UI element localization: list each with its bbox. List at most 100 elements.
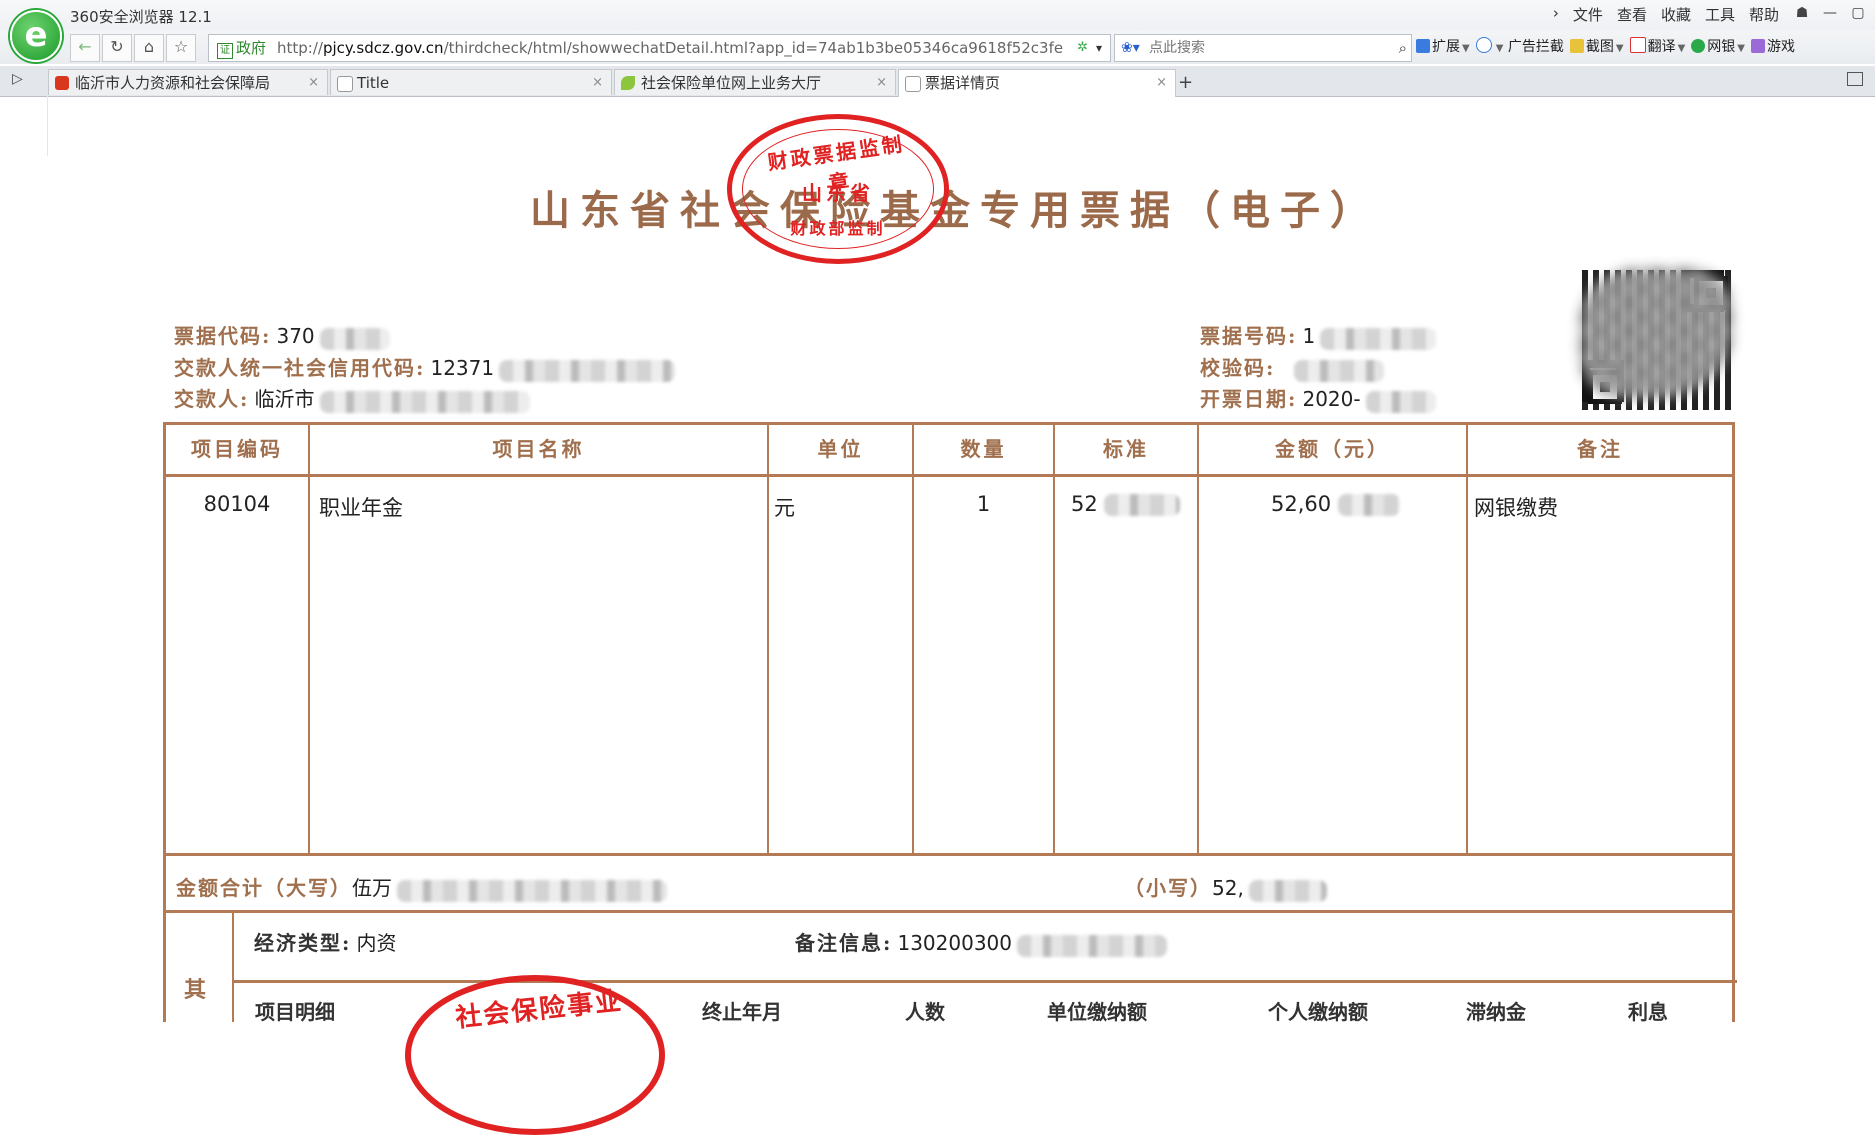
ext-translate[interactable]: 翻译 ▼	[1629, 36, 1685, 56]
col-header-name: 项目名称	[492, 437, 585, 461]
seal-middle-text: 山东省	[802, 181, 874, 205]
payer-value: 临沂市	[254, 387, 315, 411]
redacted-mask	[1294, 359, 1385, 382]
col-header-amount: 金额（元）	[1275, 437, 1390, 461]
app-title: 360安全浏览器 12.1	[70, 8, 212, 26]
sub-header-late-fee: 滞纳金	[1466, 1000, 1526, 1024]
ext-adblock[interactable]: ▼ 广告拦截	[1475, 36, 1564, 56]
ext-screenshot[interactable]: 截图 ▼	[1569, 36, 1624, 56]
page-icon	[337, 76, 353, 92]
issue-date-value: 2020-	[1302, 387, 1361, 411]
receipt-number-value: 1	[1302, 324, 1316, 348]
menu-help[interactable]: 帮助	[1749, 4, 1779, 25]
browser-titlebar: 360安全浏览器 12.1 › 文件 查看 收藏 工具 帮助 ☗ — ▢	[0, 0, 1875, 30]
close-tab-icon[interactable]: ×	[876, 70, 887, 95]
social-insurance-seal: 社会保险事业	[405, 975, 665, 1135]
sub-header-end-month: 终止年月	[702, 1000, 782, 1024]
new-tab-button[interactable]: +	[1178, 72, 1193, 93]
sub-header-interest: 利息	[1628, 1000, 1668, 1024]
search-input[interactable]	[1147, 37, 1381, 59]
col-divider	[767, 422, 769, 854]
minimize-button[interactable]: —	[1817, 2, 1843, 24]
header-divider	[163, 474, 1735, 477]
finance-seal: 财政票据监制章 山东省 财政部监制	[727, 114, 949, 264]
tab-hrss[interactable]: 临沂市人力资源和社会保障局 ×	[48, 69, 328, 95]
address-bar[interactable]: 证政府 http://pjcy.sdcz.gov.cn/thirdcheck/h…	[208, 34, 1110, 62]
redacted-mask	[499, 359, 676, 382]
restore-tabs-icon[interactable]	[1847, 72, 1863, 86]
total-lower-value: 52,	[1212, 876, 1244, 900]
receipt-code-label: 票据代码:	[174, 324, 272, 348]
menu-favorites[interactable]: 收藏	[1661, 4, 1691, 25]
maximize-button[interactable]: ▢	[1845, 2, 1871, 24]
back-button[interactable]: ←	[70, 34, 100, 62]
skin-icon[interactable]: ☗	[1789, 2, 1815, 24]
menu-view[interactable]: 查看	[1617, 4, 1647, 25]
payer-label: 交款人:	[174, 387, 250, 411]
payer-credit-row: 交款人统一社会信用代码: 12371	[174, 352, 676, 382]
cell-remark: 网银缴费	[1474, 496, 1558, 520]
remark-info-value: 130200300	[897, 931, 1013, 955]
econ-type-value: 内资	[356, 931, 397, 955]
browser-toolbar: ← ↻ ⌂ ☆ 证政府 http://pjcy.sdcz.gov.cn/thir…	[0, 30, 1875, 64]
menu-tools[interactable]: 工具	[1705, 4, 1735, 25]
favorite-star-button[interactable]: ☆	[166, 34, 196, 62]
leaf-icon	[621, 76, 635, 90]
total-upper-label: 金额合计（大写）	[176, 876, 352, 900]
page-edge	[47, 96, 48, 156]
tab-social-insurance[interactable]: 社会保险单位网上业务大厅 ×	[614, 69, 896, 95]
tab-bar: ▷ 临沂市人力资源和社会保障局 × Title × 社会保险单位网上业务大厅 ×…	[0, 66, 1875, 97]
payer-credit-label: 交款人统一社会信用代码:	[174, 356, 426, 380]
url-path: /thirdcheck/html/showwechatDetail.html?a…	[443, 39, 1064, 57]
ext-extensions[interactable]: 扩展 ▼	[1416, 36, 1470, 56]
col-divider	[1197, 422, 1199, 854]
total-lower-label: （小写）	[1124, 876, 1212, 900]
redacted-mask	[1017, 934, 1168, 957]
search-icon[interactable]: ⌕	[1399, 35, 1407, 61]
payer-row: 交款人: 临沂市	[174, 383, 530, 413]
gov-site-badge: 证政府	[217, 35, 266, 61]
home-button[interactable]: ⌂	[134, 34, 164, 62]
menu-chevron-icon[interactable]: ›	[1553, 4, 1559, 25]
col-divider	[912, 422, 914, 854]
receipt-title: 山东省社会保险基金专用票据（电子）	[530, 187, 1380, 234]
menu-file[interactable]: 文件	[1573, 4, 1603, 25]
tab-receipt-detail[interactable]: 票据详情页 ×	[898, 69, 1176, 97]
econ-type-label: 经济类型:	[254, 931, 352, 955]
sub-header-employer-paid: 单位缴纳额	[1047, 1000, 1147, 1024]
page-icon	[905, 76, 921, 92]
tab-title[interactable]: Title ×	[330, 69, 612, 95]
check-code-label: 校验码:	[1200, 356, 1276, 380]
remark-info-label: 备注信息:	[795, 931, 893, 955]
close-tab-icon[interactable]: ×	[1156, 70, 1167, 96]
refresh-button[interactable]: ↻	[102, 34, 132, 62]
gov-emblem-icon	[55, 76, 69, 90]
ext-games[interactable]: 游戏	[1750, 36, 1795, 56]
check-code-row: 校验码:	[1200, 352, 1385, 382]
remark-info-row: 备注信息: 130200300	[795, 927, 1168, 957]
sub-header-item-detail: 项目明细	[255, 1000, 335, 1024]
issue-date-row: 开票日期: 2020-	[1200, 383, 1436, 413]
other-info-side-label: 其	[184, 977, 207, 1003]
redacted-mask	[1365, 390, 1436, 413]
search-box[interactable]: ❀▾ ⌕	[1114, 34, 1412, 62]
other-side-divider	[232, 912, 234, 1022]
tab-label: 社会保险单位网上业务大厅	[641, 74, 822, 92]
ext-netbank[interactable]: 网银 ▼	[1691, 36, 1745, 56]
cell-standard-row: 52	[1071, 492, 1181, 516]
close-tab-icon[interactable]: ×	[308, 70, 319, 95]
window-controls: ☗ — ▢	[1789, 2, 1871, 24]
total-upper-value: 伍万	[352, 876, 392, 900]
col-header-unit: 单位	[817, 437, 864, 461]
close-tab-icon[interactable]: ×	[592, 70, 603, 95]
other-info-divider	[232, 980, 1737, 983]
col-header-standard: 标准	[1103, 437, 1149, 461]
sub-header-headcount: 人数	[905, 1000, 945, 1024]
address-dropdown-button[interactable]: ▾	[1088, 34, 1111, 62]
sidebar-toggle-icon[interactable]: ▷	[12, 71, 23, 87]
payer-credit-value: 12371	[430, 356, 495, 380]
redacted-mask	[1104, 494, 1181, 516]
seal-top-text: 财政票据监制章	[766, 131, 907, 196]
extension-bar: 扩展 ▼ ▼ 广告拦截 截图 ▼ 翻译 ▼ 网银 ▼ 游戏	[1416, 36, 1795, 56]
baidu-paw-icon[interactable]: ❀▾	[1121, 35, 1140, 61]
